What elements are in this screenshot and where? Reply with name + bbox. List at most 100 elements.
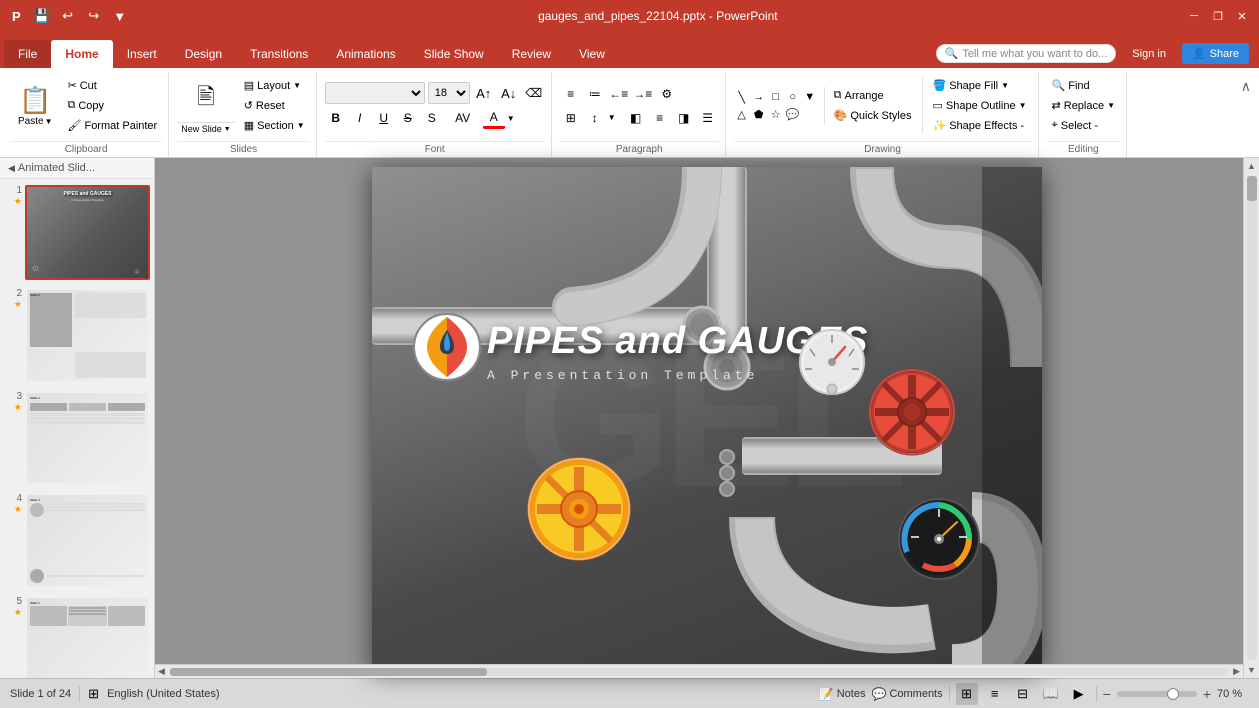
format-painter-button[interactable]: 🖌 Format Painter [63,117,163,134]
shape-more-btn[interactable]: ▼ [802,89,818,105]
italic-btn[interactable]: I [349,107,371,129]
slide-sorter-btn[interactable]: ⊟ [1012,683,1034,705]
paste-button[interactable]: 📋 Paste ▼ [10,81,61,131]
copy-button[interactable]: ⧉ Copy [63,97,163,114]
scroll-down-btn[interactable]: ▼ [1247,662,1256,678]
font-grow-btn[interactable]: A↑ [473,82,495,104]
outline-view-btn[interactable]: ≡ [984,683,1006,705]
scroll-up-btn[interactable]: ▲ [1247,158,1256,174]
shape-oval-btn[interactable]: ○ [785,89,801,105]
shape-arrow-btn[interactable]: → [751,89,767,105]
char-spacing-btn[interactable]: AV [452,107,474,129]
slide-item-3[interactable]: 3 ★ Slide 3 [4,391,150,486]
shape-rect-btn[interactable]: □ [768,89,784,105]
reading-view-btn[interactable]: 📖 [1040,683,1062,705]
zoom-plus-btn[interactable]: + [1203,686,1211,702]
collapse-ribbon-btn[interactable]: ∧ [1237,76,1255,97]
increase-list-btn[interactable]: →≡ [632,83,654,105]
tab-animations[interactable]: Animations [322,40,409,68]
font-color-btn[interactable]: A [483,107,505,129]
arrange-button[interactable]: ⧉ Arrange [829,87,917,104]
slide-item-5[interactable]: 5 ★ Slide 5 [4,596,150,678]
tab-design[interactable]: Design [171,40,236,68]
slide-layout-icon[interactable]: ⊞ [88,686,99,702]
scroll-right-btn[interactable]: ▶ [1230,666,1243,677]
tab-view[interactable]: View [565,40,619,68]
slide-canvas[interactable]: GEL [372,167,1042,669]
bold-btn[interactable]: B [325,107,347,129]
minimize-btn[interactable]: ─ [1185,7,1203,25]
font-color-arrow[interactable]: ▼ [507,114,515,123]
slide-thumb-4[interactable]: Slide 4 [25,493,150,588]
tab-home[interactable]: Home [51,40,112,68]
restore-btn[interactable]: ❐ [1209,7,1227,25]
col-btn[interactable]: ⊞ [560,107,582,129]
shape-callout-btn[interactable]: 💬 [785,106,801,122]
shape-star-btn[interactable]: ☆ [768,106,784,122]
reset-button[interactable]: ↺ Reset [239,97,310,114]
numbered-list-btn[interactable]: ≔ [584,83,606,105]
linespacing-arrow[interactable]: ▼ [608,113,616,122]
tab-transitions[interactable]: Transitions [236,40,322,68]
section-button[interactable]: ▦ Section ▼ [239,117,310,134]
layout-button[interactable]: ▤ Layout ▼ [239,77,310,94]
font-shrink-btn[interactable]: A↓ [498,82,520,104]
new-slide-button[interactable]: 🖹 New Slide ▼ [177,76,234,135]
shape-line-btn[interactable]: ╲ [734,89,750,105]
zoom-minus-btn[interactable]: − [1103,686,1111,702]
tab-file[interactable]: File [4,40,51,68]
signin-button[interactable]: Sign in [1122,44,1176,64]
shape-fill-button[interactable]: 🪣 Shape Fill ▼ [927,77,1031,94]
align-right-btn[interactable]: ◨ [673,107,695,129]
h-scroll-thumb[interactable] [170,668,487,676]
align-justify-btn[interactable]: ☰ [697,107,719,129]
slide-item-2[interactable]: 2 ★ Slide 2 [4,288,150,383]
undo-quickbtn[interactable]: ↩ [57,5,79,27]
presenter-view-btn[interactable]: ▶ [1068,683,1090,705]
strikethrough-btn[interactable]: S [397,107,419,129]
tab-insert[interactable]: Insert [113,40,171,68]
notes-btn[interactable]: 📝 Notes [819,687,866,701]
comments-btn[interactable]: 💬 Comments [871,687,942,701]
shape-effects-button[interactable]: ✨ Shape Effects - [927,117,1031,134]
shape-outline-button[interactable]: ▭ Shape Outline ▼ [927,97,1031,114]
clear-format-btn[interactable]: ⌫ [523,82,545,104]
slide-thumb-3[interactable]: Slide 3 [25,391,150,486]
cut-button[interactable]: ✂ Cut [63,77,163,94]
slide-thumb-5[interactable]: Slide 5 [25,596,150,678]
scroll-left-btn[interactable]: ◀ [155,666,168,677]
replace-button[interactable]: ⇄ Replace ▼ [1047,97,1121,114]
select-button[interactable]: ⌖ Select - [1047,117,1121,134]
shape-rt-btn[interactable]: ⬟ [751,106,767,122]
bullet-list-btn[interactable]: ≡ [560,83,582,105]
slide-item-4[interactable]: 4 ★ Slide 4 [4,493,150,588]
h-scroll-track[interactable] [170,668,1228,676]
close-btn[interactable]: ✕ [1233,7,1251,25]
save-quickbtn[interactable]: 💾 [31,5,53,27]
align-center-btn[interactable]: ≡ [649,107,671,129]
share-button[interactable]: 👤 Share [1182,43,1249,64]
scroll-track[interactable] [1247,176,1257,660]
redo-quickbtn[interactable]: ↪ [83,5,105,27]
slide-item-1[interactable]: 1 ★ PIPES and GAUGES A Presentation Temp… [4,185,150,280]
shape-tri-btn[interactable]: △ [734,106,750,122]
quick-styles-button[interactable]: 🎨 Quick Styles [829,107,917,124]
zoom-slider[interactable] [1117,691,1197,697]
decrease-list-btn[interactable]: ←≡ [608,83,630,105]
normal-view-btn[interactable]: ⊞ [956,683,978,705]
tab-slideshow[interactable]: Slide Show [410,40,498,68]
zoom-level[interactable]: 70 % [1217,688,1249,700]
tab-review[interactable]: Review [498,40,565,68]
customize-quickbtn[interactable]: ▼ [109,5,131,27]
scroll-thumb[interactable] [1247,176,1257,201]
font-size-select[interactable]: 18 [428,82,470,104]
slide-thumb-1[interactable]: PIPES and GAUGES A Presentation Template… [25,185,150,280]
find-button[interactable]: 🔍 Find [1047,77,1121,94]
tell-me-box[interactable]: 🔍 Tell me what you want to do... [936,44,1117,63]
slide-thumb-2[interactable]: Slide 2 [25,288,150,383]
shadow-btn[interactable]: S [421,107,443,129]
font-name-select[interactable] [325,82,425,104]
convert-smartart-btn[interactable]: ⚙ [656,83,678,105]
linespacing-btn[interactable]: ↕ [584,107,606,129]
underline-btn[interactable]: U [373,107,395,129]
